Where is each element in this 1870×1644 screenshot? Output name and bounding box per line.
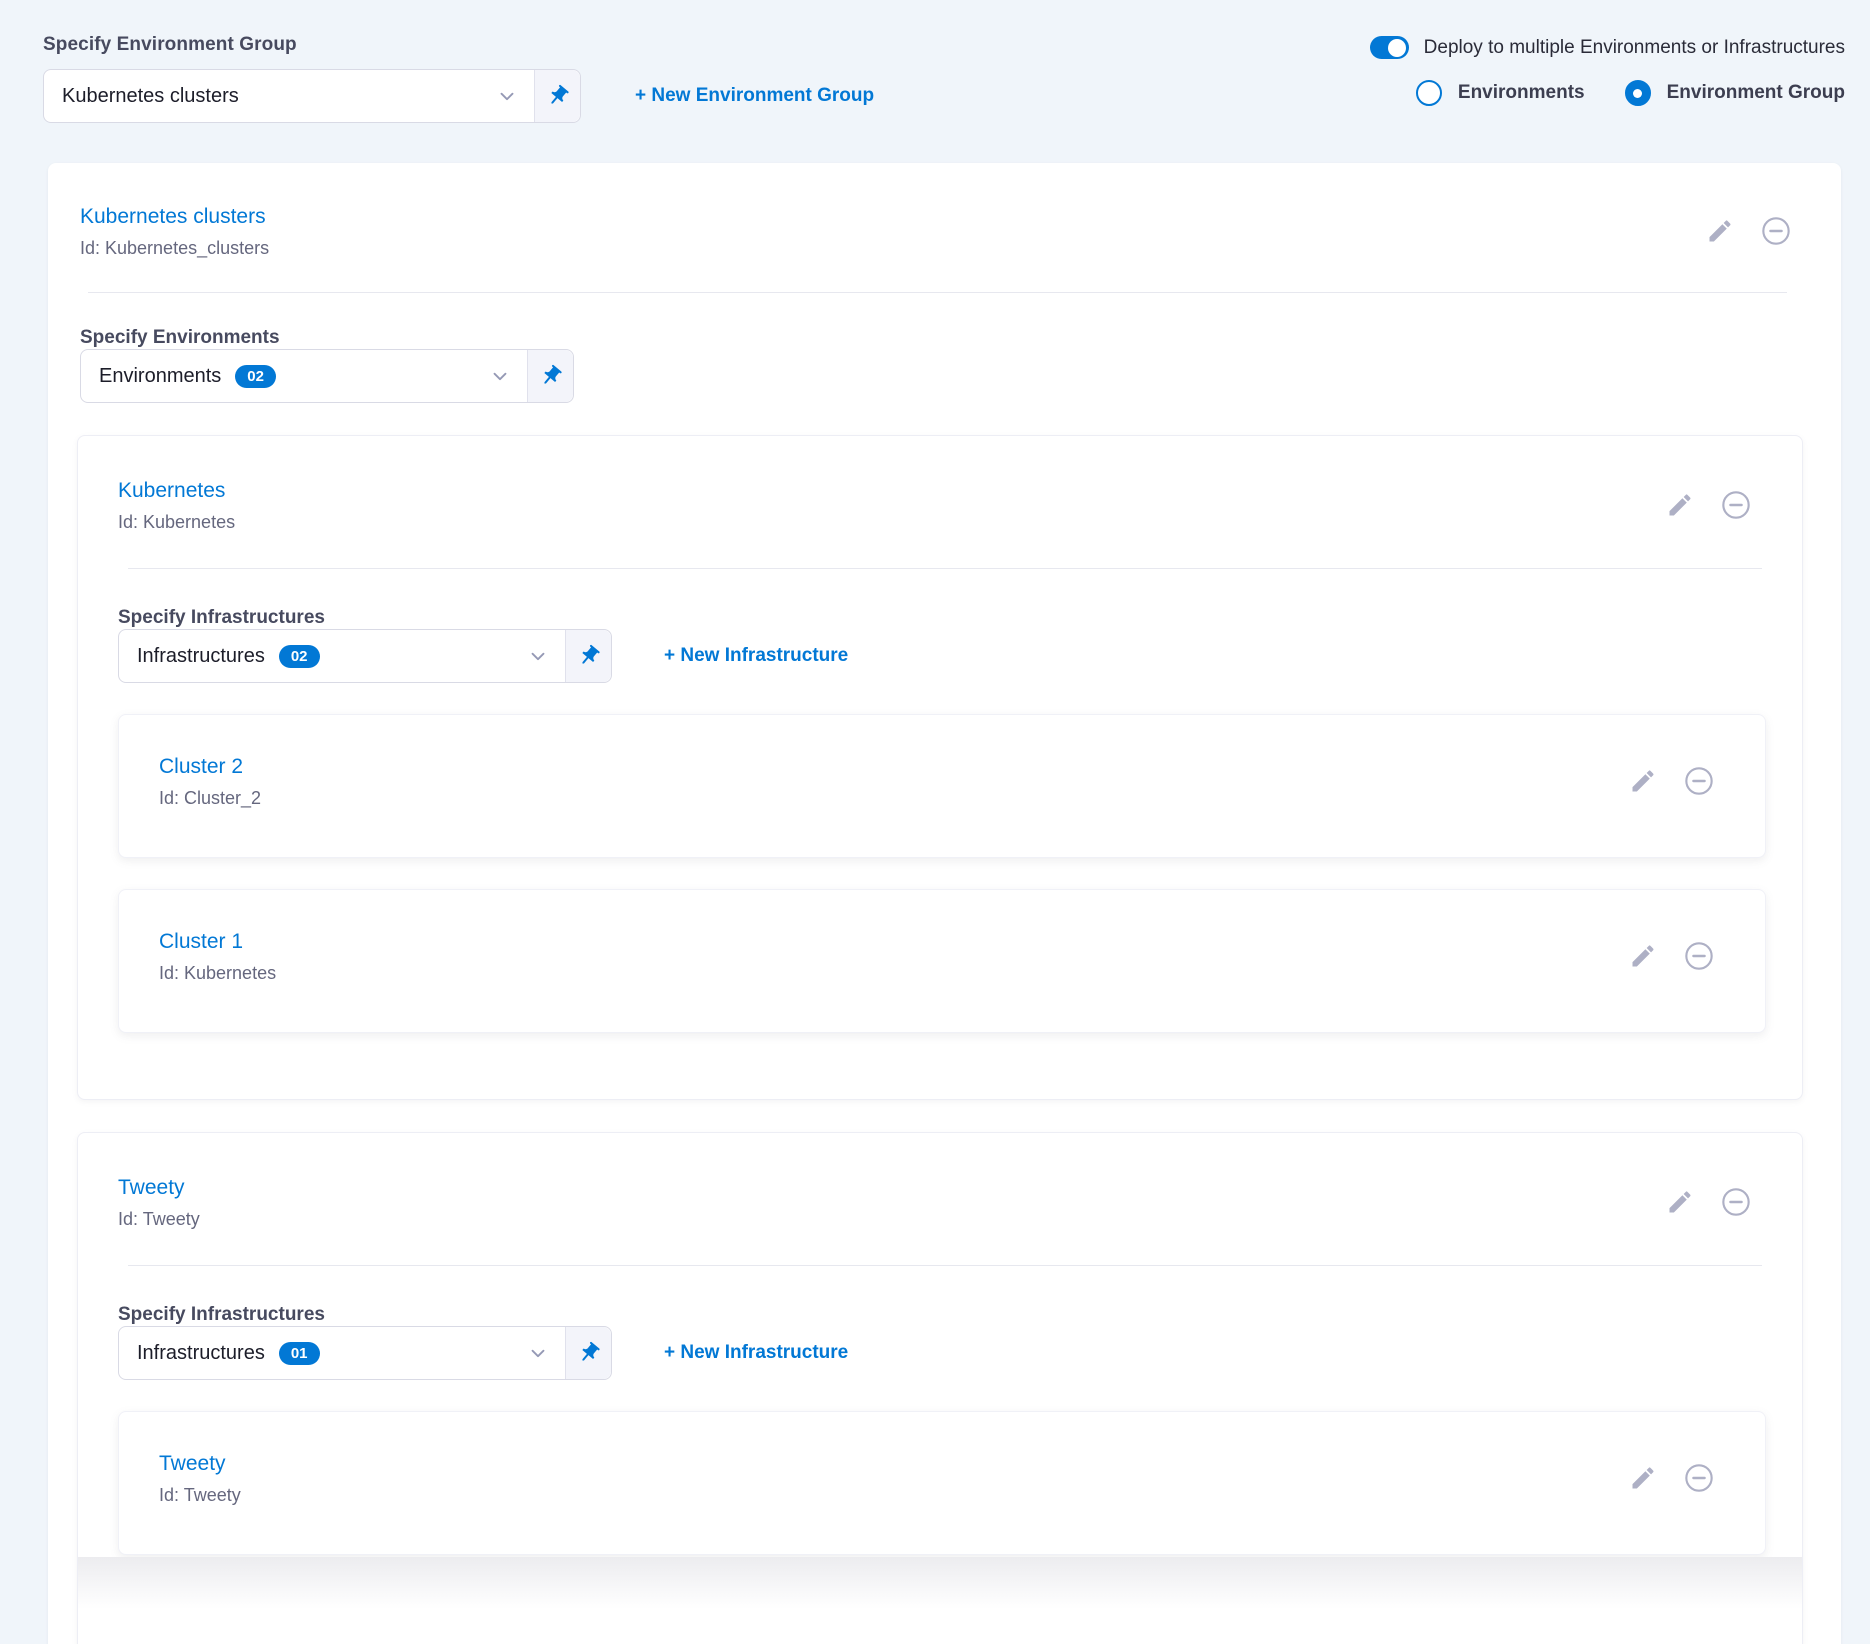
minus-circle-icon <box>1720 1186 1752 1221</box>
pushpin-icon <box>541 79 575 113</box>
infrastructure-id: Id: Tweety <box>159 1485 241 1506</box>
environment-group-select[interactable]: Kubernetes clusters <box>43 69 581 123</box>
radio-environments-label: Environments <box>1458 82 1585 104</box>
new-infrastructure-link[interactable]: + New Infrastructure <box>664 1342 848 1364</box>
remove-infrastructure-button[interactable] <box>1683 940 1715 975</box>
environment-group-select-value: Kubernetes clusters <box>62 85 239 108</box>
remove-environment-button[interactable] <box>1720 1186 1752 1221</box>
infrastructures-count-badge: 01 <box>279 1342 320 1365</box>
pin-environments-button[interactable] <box>527 350 573 402</box>
edit-infrastructure-button[interactable] <box>1629 1464 1657 1495</box>
environment-group-select-value-area[interactable]: Kubernetes clusters <box>44 70 534 122</box>
environment-id: Id: Tweety <box>118 1209 200 1230</box>
infrastructures-select-value: Infrastructures <box>137 645 265 668</box>
minus-circle-icon <box>1760 215 1792 250</box>
deploy-multiple-toggle-label: Deploy to multiple Environments or Infra… <box>1424 37 1845 59</box>
specify-infrastructures-label: Specify Infrastructures <box>118 1304 1802 1326</box>
remove-environment-group-button[interactable] <box>1760 215 1792 250</box>
environment-title-link[interactable]: Tweety <box>118 1176 200 1200</box>
remove-infrastructure-button[interactable] <box>1683 1462 1715 1497</box>
pencil-icon <box>1706 217 1734 248</box>
infrastructures-select[interactable]: Infrastructures 02 <box>118 629 612 683</box>
minus-circle-icon <box>1683 940 1715 975</box>
infrastructure-card-cluster-1: Cluster 1 Id: Kubernetes <box>118 889 1766 1033</box>
environments-select-value-area[interactable]: Environments 02 <box>81 350 527 402</box>
remove-infrastructure-button[interactable] <box>1683 765 1715 800</box>
edit-environment-group-button[interactable] <box>1706 217 1734 248</box>
divider <box>128 568 1762 569</box>
infrastructures-select-value-area[interactable]: Infrastructures 02 <box>119 630 565 682</box>
pencil-icon <box>1629 767 1657 798</box>
environment-card-kubernetes: Kubernetes Id: Kubernetes Specify Infras… <box>77 435 1803 1100</box>
minus-circle-icon <box>1683 1462 1715 1497</box>
radio-environments-icon[interactable] <box>1416 80 1442 106</box>
environments-count-badge: 02 <box>235 365 276 388</box>
infrastructures-select-value-area[interactable]: Infrastructures 01 <box>119 1327 565 1379</box>
infrastructures-select-value: Infrastructures <box>137 1342 265 1365</box>
new-infrastructure-link[interactable]: + New Infrastructure <box>664 645 848 667</box>
remove-environment-button[interactable] <box>1720 489 1752 524</box>
environment-card-tweety: Tweety Id: Tweety Specify Infrastructure… <box>77 1132 1803 1644</box>
radio-environment-group-icon[interactable] <box>1625 80 1651 106</box>
environment-group-card: Kubernetes clusters Id: Kubernetes_clust… <box>48 163 1841 1644</box>
chevron-down-icon <box>496 85 518 107</box>
infrastructures-count-badge: 02 <box>279 645 320 668</box>
infrastructure-title-link[interactable]: Cluster 2 <box>159 755 261 779</box>
specify-environments-label: Specify Environments <box>80 327 1841 349</box>
infrastructure-card-cluster-2: Cluster 2 Id: Cluster_2 <box>118 714 1766 858</box>
infrastructures-select[interactable]: Infrastructures 01 <box>118 1326 612 1380</box>
pin-infrastructures-button[interactable] <box>565 630 611 682</box>
minus-circle-icon <box>1720 489 1752 524</box>
pencil-icon <box>1666 1188 1694 1219</box>
radio-environment-group-label: Environment Group <box>1667 82 1845 104</box>
pushpin-icon <box>534 359 568 393</box>
environment-title-link[interactable]: Kubernetes <box>118 479 235 503</box>
chevron-down-icon <box>527 1342 549 1364</box>
environments-select-value: Environments <box>99 365 221 388</box>
edit-infrastructure-button[interactable] <box>1629 767 1657 798</box>
environments-select[interactable]: Environments 02 <box>80 349 574 403</box>
infrastructure-title-link[interactable]: Tweety <box>159 1452 241 1476</box>
radio-option-environments[interactable]: Environments <box>1416 80 1585 106</box>
edit-environment-button[interactable] <box>1666 1188 1694 1219</box>
chevron-down-icon <box>527 645 549 667</box>
pushpin-icon <box>572 639 606 673</box>
radio-option-environment-group[interactable]: Environment Group <box>1625 80 1845 106</box>
pin-infrastructures-button[interactable] <box>565 1327 611 1379</box>
chevron-down-icon <box>489 365 511 387</box>
environment-group-id: Id: Kubernetes_clusters <box>80 238 269 259</box>
pushpin-icon <box>572 1336 606 1370</box>
infrastructure-card-tweety: Tweety Id: Tweety <box>118 1411 1766 1555</box>
edit-environment-button[interactable] <box>1666 491 1694 522</box>
infrastructure-id: Id: Kubernetes <box>159 963 276 984</box>
specify-infrastructures-label: Specify Infrastructures <box>118 607 1802 629</box>
pencil-icon <box>1629 1464 1657 1495</box>
infrastructure-title-link[interactable]: Cluster 1 <box>159 930 276 954</box>
environment-group-title-link[interactable]: Kubernetes clusters <box>80 205 269 229</box>
edit-infrastructure-button[interactable] <box>1629 942 1657 973</box>
pencil-icon <box>1629 942 1657 973</box>
minus-circle-icon <box>1683 765 1715 800</box>
new-environment-group-link[interactable]: + New Environment Group <box>635 85 874 107</box>
scroll-fade <box>78 1557 1802 1609</box>
divider <box>128 1265 1762 1266</box>
pin-environment-group-button[interactable] <box>534 70 580 122</box>
infrastructure-id: Id: Cluster_2 <box>159 788 261 809</box>
pencil-icon <box>1666 491 1694 522</box>
toggle-knob <box>1388 39 1406 57</box>
deploy-multiple-toggle[interactable] <box>1370 36 1409 59</box>
top-toolbar: Specify Environment Group Kubernetes clu… <box>0 0 1870 163</box>
divider <box>88 292 1787 293</box>
environment-id: Id: Kubernetes <box>118 512 235 533</box>
specify-environment-group-label: Specify Environment Group <box>43 34 874 56</box>
